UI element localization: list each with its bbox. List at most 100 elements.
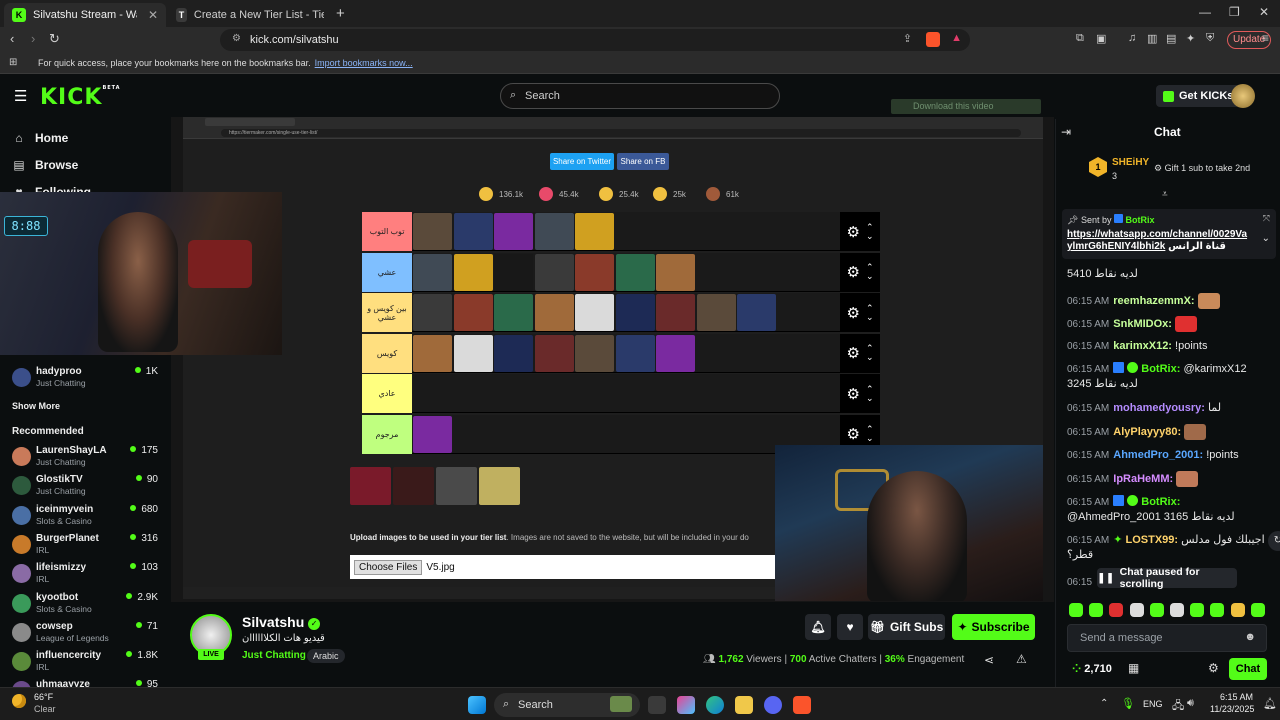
quick-emote-icon[interactable] — [1250, 603, 1265, 617]
weather-moon-icon[interactable] — [12, 694, 26, 708]
notification-bell-button[interactable]: 🔔︎ — [805, 614, 831, 640]
quick-emote-icon[interactable] — [1149, 603, 1164, 617]
site-info-icon[interactable]: ⚙ — [232, 33, 241, 44]
chevron-down-icon[interactable]: ⌄ — [1262, 233, 1270, 244]
chat-send-button[interactable]: Chat — [1229, 658, 1267, 680]
tier-image[interactable] — [575, 213, 614, 250]
pool-image[interactable] — [436, 467, 477, 505]
collapse-chat-icon[interactable]: ⇥ — [1061, 125, 1071, 139]
quick-emote-icon[interactable] — [1210, 603, 1225, 617]
message-username[interactable]: karimxX12: — [1113, 340, 1172, 352]
tier-image[interactable] — [615, 334, 655, 372]
copilot-icon[interactable] — [677, 696, 695, 714]
message-username[interactable]: mohamedyousry: — [1113, 402, 1205, 414]
emoji-picker-icon[interactable]: ☻ — [1244, 631, 1256, 643]
chat-message-input[interactable]: Send a message ☻ — [1067, 624, 1267, 652]
brave-shield-icon[interactable] — [926, 32, 940, 47]
tier-image[interactable] — [413, 415, 452, 453]
stream-category-link[interactable]: Just Chatting — [242, 650, 306, 661]
forward-icon[interactable]: › — [31, 31, 35, 46]
tier-label[interactable]: مرجوم — [362, 414, 412, 454]
tier-label[interactable]: بين كويس و عشي — [362, 293, 412, 332]
tier-image[interactable] — [575, 253, 614, 291]
brave-rewards-icon[interactable]: ▲ — [951, 32, 962, 44]
start-icon[interactable] — [468, 696, 486, 714]
tier-image[interactable] — [453, 253, 493, 291]
user-avatar[interactable] — [1231, 84, 1255, 108]
media-icon[interactable]: ♫ — [1128, 32, 1136, 44]
minimize-icon[interactable]: — — [1199, 5, 1211, 19]
file-explorer-icon[interactable] — [735, 696, 753, 714]
message-username[interactable]: LOSTX99: — [1125, 534, 1178, 546]
tier-image[interactable] — [494, 294, 533, 331]
pool-image[interactable] — [479, 467, 520, 505]
gear-icon[interactable]: ⚙ — [847, 425, 860, 443]
tier-image[interactable] — [494, 334, 533, 372]
reading-list-icon[interactable]: ▤ — [1166, 32, 1176, 45]
quick-emote-icon[interactable] — [1170, 603, 1184, 617]
get-kicks-button[interactable]: Get KICKs — [1156, 85, 1241, 107]
tier-image[interactable] — [494, 253, 533, 291]
tier-image[interactable] — [656, 294, 695, 331]
address-bar[interactable]: ⚙ kick.com/silvatshu ⇪ ▲ — [220, 29, 970, 51]
pool-image[interactable] — [350, 467, 391, 505]
unpin-icon[interactable]: ⤧ — [1263, 213, 1270, 224]
reaction[interactable]: 136.1k — [479, 187, 523, 201]
import-bookmarks-link[interactable]: Import bookmarks now... — [315, 58, 413, 68]
move-tier-icon[interactable]: ⌃ ⌄ — [866, 263, 874, 281]
message-username[interactable]: AlyPlayyy80: — [1113, 426, 1181, 438]
tier-image[interactable] — [413, 253, 452, 291]
tier-label[interactable]: توب التوب — [362, 212, 412, 251]
nav-browse[interactable]: ▤ Browse — [12, 158, 78, 172]
move-tier-icon[interactable]: ⌃ ⌄ — [866, 303, 874, 322]
sidebar-channel[interactable]: kyootbot Slots & Casino 2.9K — [12, 591, 162, 617]
gear-icon[interactable]: ⚙ — [847, 263, 860, 281]
volume-icon[interactable]: 🔊︎ — [1187, 697, 1194, 710]
reaction[interactable]: 25k — [653, 187, 686, 201]
task-view-icon[interactable] — [648, 696, 666, 714]
message-username[interactable]: BotRix: — [1141, 496, 1180, 508]
tier-image[interactable] — [534, 213, 574, 250]
wallet-icon[interactable]: ▣ — [1096, 32, 1106, 45]
tier-label[interactable]: كويس — [362, 333, 412, 373]
apps-grid-icon[interactable]: ⊞ — [9, 57, 17, 68]
follow-heart-button[interactable]: ♥ — [837, 614, 863, 640]
nav-home[interactable]: ⌂ Home — [12, 131, 68, 145]
tier-image[interactable] — [615, 294, 655, 331]
message-username[interactable]: BotRix: — [1141, 363, 1180, 375]
quick-emote-icon[interactable] — [1230, 603, 1245, 617]
discord-icon[interactable] — [764, 696, 782, 714]
share-fb-button[interactable]: Share on FB — [617, 153, 669, 170]
taskbar-search[interactable]: ⌕ Search — [494, 693, 640, 717]
sidebar-channel[interactable]: iceinmyvein Slots & Casino 680 — [12, 503, 162, 529]
sidebar-channel[interactable]: influencercity IRL 1.8K — [12, 649, 162, 675]
message-username[interactable]: IpRaHeMM: — [1113, 473, 1173, 485]
chat-settings-icon[interactable]: ⚙ — [1208, 661, 1219, 675]
pool-image[interactable] — [393, 467, 434, 505]
tray-chevron-icon[interactable]: ⌃ — [1100, 698, 1108, 709]
sidebar-channel[interactable]: GlostikTV Just Chatting 90 — [12, 473, 162, 499]
share-stream-icon[interactable]: ⋖ — [984, 653, 994, 667]
quick-emote-icon[interactable] — [1069, 603, 1083, 617]
share-twitter-button[interactable]: Share on Twitter — [550, 153, 614, 170]
pinned-link[interactable]: https://whatsapp.com/channel/0029Va — [1067, 229, 1247, 240]
new-tab-icon[interactable]: + — [336, 5, 345, 22]
download-video-button[interactable]: Download this video — [891, 99, 1041, 114]
tier-image[interactable] — [413, 213, 452, 250]
sidebar-channel[interactable]: BurgerPlanet IRL 316 — [12, 532, 162, 558]
expand-leaderboard-icon[interactable]: ⩡ — [1162, 189, 1168, 200]
sidebar-channel[interactable]: hadyproo Just Chatting 1K — [12, 365, 162, 391]
brave-icon[interactable] — [793, 696, 811, 714]
tier-image[interactable] — [575, 294, 614, 331]
streamer-name[interactable]: Silvatshu ✓ — [242, 614, 321, 630]
gear-icon[interactable]: ⚙ — [847, 304, 860, 322]
tier-image[interactable] — [413, 334, 452, 372]
move-tier-icon[interactable]: ⌃ ⌄ — [866, 384, 874, 403]
sidebar-channel[interactable]: cowsep League of Legends 71 — [12, 620, 162, 646]
tier-image[interactable] — [656, 253, 695, 291]
chat-store-icon[interactable]: ▦ — [1128, 661, 1139, 675]
menu-icon[interactable]: ≡ — [1262, 31, 1269, 45]
pinned-message[interactable]: 📌︎ Sent by BotRix ⤧ https://whatsapp.com… — [1062, 209, 1276, 259]
vpn-icon[interactable]: ⛨ — [1206, 32, 1214, 45]
tier-image[interactable] — [453, 294, 493, 331]
